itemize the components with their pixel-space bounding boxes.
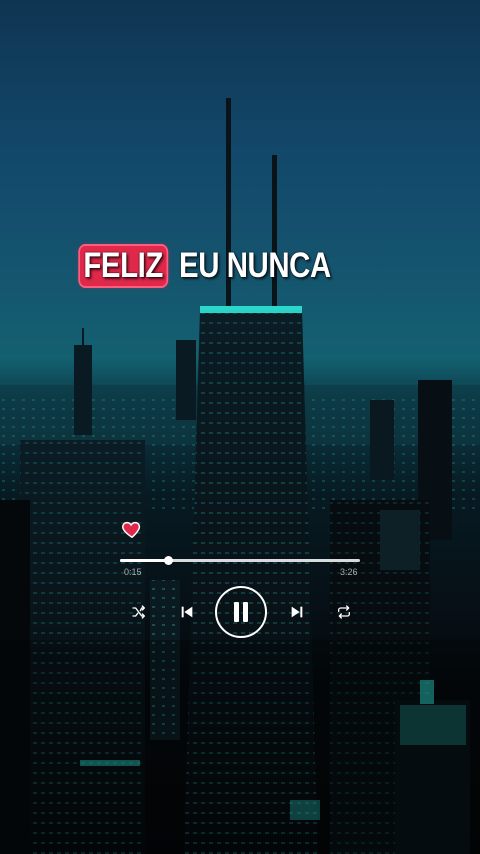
video-frame: FELIZ EU NUNCA 0:15 3:26 — [0, 0, 480, 854]
skip-previous-icon — [181, 606, 193, 618]
lyric-text: EU NUNCA — [178, 246, 331, 285]
shuffle-icon — [132, 605, 145, 619]
progress-bar[interactable] — [120, 556, 360, 565]
progress-thumb[interactable] — [164, 556, 173, 565]
progress-fill — [120, 559, 168, 562]
lyric-caption: FELIZ EU NUNCA — [80, 246, 359, 286]
total-duration: 3:26 — [340, 567, 358, 577]
elapsed-time: 0:15 — [124, 567, 142, 577]
next-button[interactable] — [288, 603, 306, 621]
city-skyline-background — [0, 98, 480, 854]
repeat-icon — [338, 605, 350, 619]
heart-icon[interactable] — [121, 518, 143, 540]
lyric-highlighted-word: FELIZ — [80, 246, 167, 286]
previous-button[interactable] — [178, 603, 196, 621]
pause-icon — [234, 602, 248, 622]
skip-next-icon — [291, 606, 303, 618]
shuffle-button[interactable] — [129, 603, 149, 621]
pause-button[interactable] — [215, 586, 267, 638]
repeat-button[interactable] — [334, 603, 354, 621]
